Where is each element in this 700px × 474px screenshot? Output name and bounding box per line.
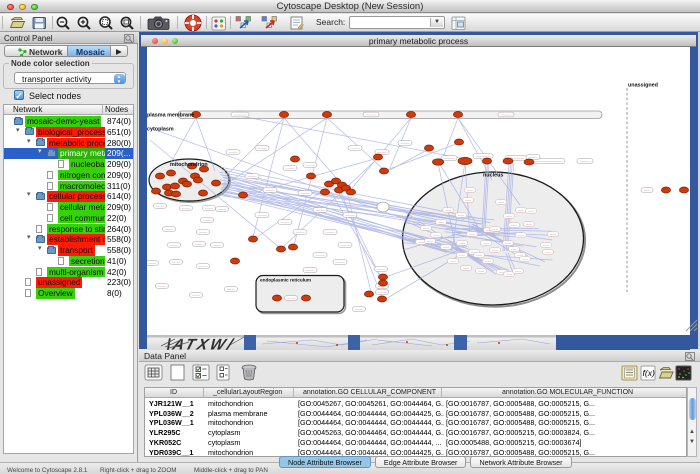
svg-text:plasma membrane: plasma membrane bbox=[147, 113, 194, 119]
svg-text:\ATXW/: \ATXW/ bbox=[164, 337, 237, 350]
svg-text:unassigned: unassigned bbox=[628, 83, 658, 89]
svg-text:mitochondrion: mitochondrion bbox=[170, 162, 208, 168]
svg-text:nucleus: nucleus bbox=[483, 173, 503, 179]
svg-text:f(x): f(x) bbox=[643, 368, 655, 378]
svg-text:cytoplasm: cytoplasm bbox=[147, 127, 174, 133]
svg-text:endoplasmic reticulum: endoplasmic reticulum bbox=[260, 278, 311, 283]
